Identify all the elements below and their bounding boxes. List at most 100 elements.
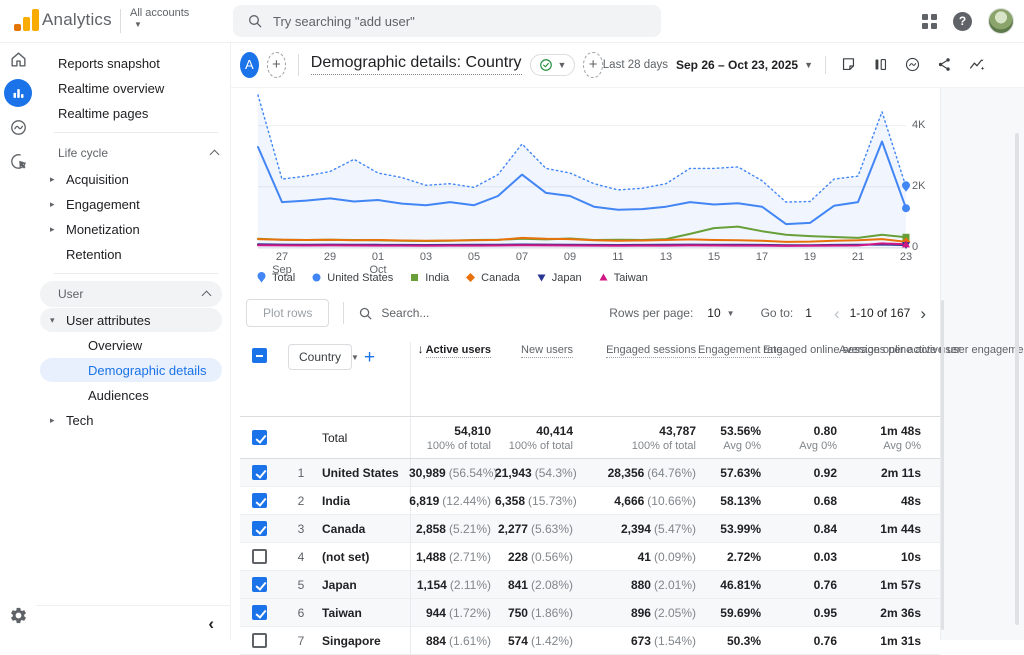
- analytics-logo-icon[interactable]: [14, 9, 39, 31]
- sidebar-item-retention[interactable]: Retention: [36, 242, 230, 266]
- global-search-input[interactable]: Try searching "add user": [233, 5, 661, 37]
- sidebar-item-audiences[interactable]: Audiences: [36, 383, 230, 407]
- reports-icon[interactable]: [4, 79, 32, 107]
- metric-cell: 750(1.86%): [495, 606, 575, 620]
- column-header-average-online-active-user-engagement-time[interactable]: Average online active user engagement ti…: [839, 342, 923, 416]
- report-title[interactable]: Demographic details: Country: [311, 54, 522, 75]
- metric-value: 0.92: [814, 466, 837, 480]
- notes-icon[interactable]: [840, 56, 857, 73]
- legend-item-total[interactable]: Total: [256, 272, 295, 284]
- column-header-new-users[interactable]: New users: [495, 342, 575, 416]
- legend-item-canada[interactable]: Canada: [465, 272, 520, 284]
- metric-value: 6,358: [495, 494, 525, 508]
- metric-cell: 2m 11s: [839, 466, 923, 480]
- column-header-engagement-rate[interactable]: Engagement rate: [698, 342, 763, 416]
- legend-item-taiwan[interactable]: Taiwan: [598, 272, 648, 284]
- tick-label: 15: [708, 251, 720, 263]
- metric-value: 46.81%: [720, 578, 761, 592]
- sidebar-item-engagement[interactable]: ▸Engagement: [36, 192, 230, 216]
- column-header-active-users[interactable]: ↓Active users: [410, 342, 495, 416]
- sidebar-item-user-attributes[interactable]: ▾User attributes: [40, 308, 222, 332]
- metric-cell: 2m 36s: [839, 606, 923, 620]
- add-comparison-icon[interactable]: [872, 56, 889, 73]
- tick-label: 21: [852, 251, 864, 263]
- sidebar-item-reports-snapshot[interactable]: Reports snapshot: [36, 51, 230, 75]
- add-dimension-button[interactable]: +: [364, 348, 375, 367]
- sidebar-item-overview[interactable]: Overview: [36, 333, 230, 357]
- add-report-tab-button[interactable]: +: [583, 52, 602, 78]
- insights-icon[interactable]: [968, 56, 986, 74]
- sidebar-item-label: Reports snapshot: [58, 56, 160, 71]
- row-checkbox[interactable]: [252, 605, 267, 620]
- column-header-engaged-sessions[interactable]: Engaged sessions: [575, 342, 698, 416]
- metric-percent: (64.76%): [647, 466, 696, 480]
- metric-value: 2,394: [621, 522, 651, 536]
- icon-rail: [0, 42, 37, 640]
- sidebar-item-label: Tech: [66, 413, 93, 428]
- explore-report-icon[interactable]: [904, 56, 921, 73]
- sidebar-item-monetization[interactable]: ▸Monetization: [36, 217, 230, 241]
- pagination-range: 1-10 of 167: [850, 306, 911, 320]
- report-nav-sidebar: Reports snapshot Realtime overviewRealtim…: [36, 42, 231, 640]
- rows-per-page-value[interactable]: 10: [707, 306, 720, 320]
- date-range[interactable]: Sep 26 – Oct 23, 2025: [676, 58, 798, 72]
- select-all-checkbox[interactable]: [252, 348, 267, 363]
- total-row-checkbox[interactable]: [252, 430, 267, 445]
- collapse-sidebar-icon[interactable]: ‹: [208, 615, 214, 632]
- legend-item-india[interactable]: India: [409, 272, 449, 284]
- date-preset-label: Last 28 days: [603, 59, 668, 71]
- column-header-engaged-online-sessions-per-active-user[interactable]: Engaged online sessions per active user: [763, 342, 839, 416]
- page-scrollbar[interactable]: [1015, 133, 1019, 625]
- x-axis-tick: 03: [406, 251, 446, 264]
- dimension-select[interactable]: Country▼: [288, 344, 352, 370]
- sidebar-item-user[interactable]: User: [40, 281, 222, 307]
- sidebar-item-demographic-details[interactable]: Demographic details: [40, 358, 222, 382]
- explore-icon[interactable]: [0, 110, 36, 144]
- home-icon[interactable]: [0, 42, 36, 76]
- share-icon[interactable]: [936, 56, 953, 73]
- plot-rows-button[interactable]: Plot rows: [246, 299, 329, 327]
- advertising-icon[interactable]: [0, 144, 36, 178]
- toolbar-divider: [343, 302, 344, 324]
- sidebar-item-acquisition[interactable]: ▸Acquisition: [36, 167, 230, 191]
- metric-value: 10s: [901, 550, 921, 564]
- user-avatar[interactable]: [988, 8, 1014, 34]
- sidebar-item-label: User attributes: [66, 313, 151, 328]
- add-segment-button[interactable]: +: [267, 52, 286, 78]
- legend-label: United States: [327, 272, 393, 284]
- sidebar-item-realtime-pages[interactable]: Realtime pages: [36, 101, 230, 125]
- row-checkbox[interactable]: [252, 633, 267, 648]
- metric-value: 2,858: [416, 522, 446, 536]
- sidebar-item-realtime-overview[interactable]: Realtime overview: [36, 76, 230, 100]
- country-name: (not set): [314, 550, 410, 564]
- next-page-icon[interactable]: ›: [914, 305, 932, 322]
- row-checkbox-cell: [252, 577, 288, 592]
- metric-value: 944: [426, 606, 446, 620]
- saved-state-pill[interactable]: ▼: [530, 54, 576, 76]
- property-avatar[interactable]: A: [240, 52, 259, 78]
- metric-value: 0.68: [814, 494, 837, 508]
- sidebar-item-life-cycle[interactable]: Life cycle: [36, 140, 230, 166]
- goto-value[interactable]: 1: [805, 306, 812, 320]
- y-axis-label: 4K: [912, 119, 925, 131]
- row-checkbox[interactable]: [252, 521, 267, 536]
- row-checkbox[interactable]: [252, 493, 267, 508]
- row-checkbox[interactable]: [252, 465, 267, 480]
- table-search-input[interactable]: Search...: [358, 306, 429, 321]
- inner-scrollbar[interactable]: [941, 300, 944, 630]
- row-checkbox[interactable]: [252, 577, 267, 592]
- account-switcher[interactable]: All accounts ▼: [130, 7, 189, 29]
- admin-gear-icon[interactable]: [0, 598, 36, 632]
- apps-grid-icon[interactable]: [922, 14, 937, 29]
- metric-percent: (15.73%): [528, 494, 577, 508]
- row-checkbox[interactable]: [252, 549, 267, 564]
- help-icon[interactable]: ?: [953, 12, 972, 31]
- legend-item-united-states[interactable]: United States: [311, 272, 393, 284]
- prev-page-icon[interactable]: ‹: [828, 305, 846, 322]
- sidebar-item-tech[interactable]: ▸Tech: [36, 408, 230, 432]
- chevron-down-icon[interactable]: ▼: [804, 60, 813, 70]
- chevron-down-icon[interactable]: ▼: [727, 309, 735, 318]
- metric-cell: 53.99%: [698, 522, 763, 536]
- legend-item-japan[interactable]: Japan: [536, 272, 582, 284]
- tick-label: 07: [516, 251, 528, 263]
